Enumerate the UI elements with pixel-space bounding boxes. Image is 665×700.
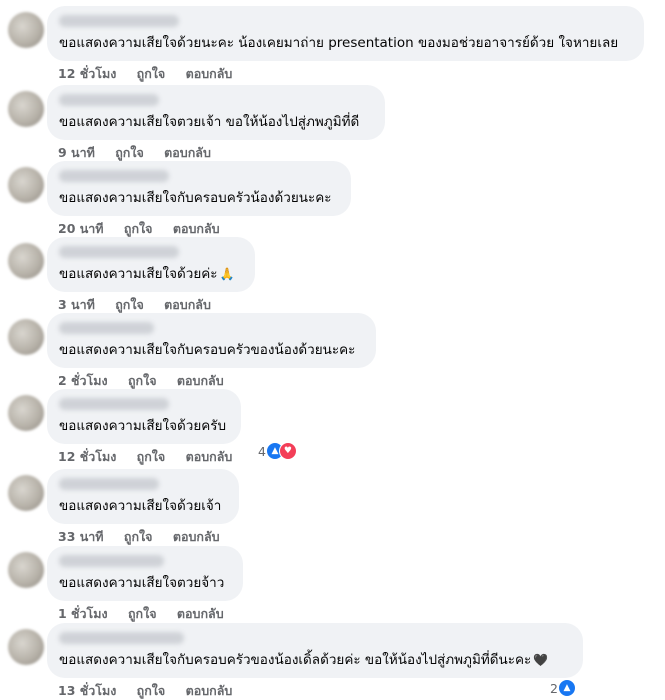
comment-bubble: ขอแสดงความเสียใจด้วยค่ะ 🙏: [47, 237, 255, 292]
reaction-summary[interactable]: 2 ▲: [550, 679, 576, 697]
avatar[interactable]: [8, 319, 44, 355]
comment-timestamp[interactable]: 20 นาที: [58, 221, 104, 236]
like-button[interactable]: ถูกใจ: [124, 529, 153, 544]
comment-text: ขอแสดงความเสียใจกับครอบครัวน้องด้วยนะคะ: [59, 190, 332, 206]
comment-timestamp[interactable]: 1 ชั่วโมง: [58, 606, 108, 621]
reply-button[interactable]: ตอบกลับ: [164, 297, 211, 312]
comment-list: ขอแสดงความเสียใจด้วยนะคะ น้องเคยมาถ่าย p…: [0, 0, 665, 700]
comment-text-body: ขอแสดงความเสียใจด้วยค่ะ: [59, 266, 218, 282]
commenter-name-blurred[interactable]: [59, 398, 169, 410]
reply-button[interactable]: ตอบกลับ: [186, 449, 233, 464]
comment-actions: 33 นาที ถูกใจ ตอบกลับ: [58, 527, 236, 547]
comment-actions: 12 ชั่วโมง ถูกใจ ตอบกลับ: [58, 64, 248, 84]
comment-actions: 1 ชั่วโมง ถูกใจ ตอบกลับ: [58, 604, 240, 624]
comment-text: ขอแสดงความเสียใจตวยจ้าว: [59, 575, 225, 591]
reaction-count: 2: [550, 680, 558, 696]
comment-actions: 12 ชั่วโมง ถูกใจ ตอบกลับ: [58, 447, 248, 467]
comment-bubble: ขอแสดงความเสียใจกับครอบครัวของน้องเดิ้ลด…: [47, 623, 583, 678]
like-button[interactable]: ถูกใจ: [137, 449, 166, 464]
comment-timestamp[interactable]: 12 ชั่วโมง: [58, 449, 116, 464]
comment-text-body: ขอแสดงความเสียใจกับครอบครัวของน้องเดิ้ลด…: [59, 652, 532, 668]
reaction-count: 4: [258, 443, 266, 459]
comment-timestamp[interactable]: 2 ชั่วโมง: [58, 373, 108, 388]
reply-button[interactable]: ตอบกลับ: [177, 373, 224, 388]
black-heart-emoji: 🖤: [533, 653, 549, 667]
comment-text: ขอแสดงความเสียใจด้วยนะคะ น้องเคยมาถ่าย p…: [59, 35, 619, 51]
avatar[interactable]: [8, 91, 44, 127]
comment-actions: 13 ชั่วโมง ถูกใจ ตอบกลับ: [58, 681, 248, 700]
comment-text: ขอแสดงความเสียใจด้วยเจ้า: [59, 498, 222, 514]
comment-bubble: ขอแสดงความเสียใจด้วยนะคะ น้องเคยมาถ่าย p…: [47, 6, 644, 61]
commenter-name-blurred[interactable]: [59, 15, 179, 27]
comment-text: ขอแสดงความเสียใจด้วยครับ: [59, 418, 227, 434]
avatar[interactable]: [8, 629, 44, 665]
commenter-name-blurred[interactable]: [59, 94, 159, 106]
avatar[interactable]: [8, 475, 44, 511]
avatar[interactable]: [8, 243, 44, 279]
heart-icon: ♥: [278, 442, 297, 460]
reply-button[interactable]: ตอบกลับ: [177, 606, 224, 621]
comment-text: ขอแสดงความเสียใจตวยเจ้า ขอให้น้องไปสู่ภพ…: [59, 114, 360, 130]
comment-text: ขอแสดงความเสียใจกับครอบครัวของน้องด้วยนะ…: [59, 342, 356, 358]
like-button[interactable]: ถูกใจ: [124, 221, 153, 236]
comment-actions: 2 ชั่วโมง ถูกใจ ตอบกลับ: [58, 371, 240, 391]
comment-text: ขอแสดงความเสียใจด้วยค่ะ 🙏: [59, 265, 235, 283]
comment-bubble: ขอแสดงความเสียใจตวยจ้าว: [47, 546, 243, 601]
reaction-summary[interactable]: 4 ▲ ♥: [258, 442, 297, 460]
comment-actions: 9 นาที ถูกใจ ตอบกลับ: [58, 143, 227, 163]
reply-button[interactable]: ตอบกลับ: [173, 221, 220, 236]
avatar[interactable]: [8, 167, 44, 203]
like-button[interactable]: ถูกใจ: [137, 66, 166, 81]
comment-bubble: ขอแสดงความเสียใจกับครอบครัวน้องด้วยนะคะ: [47, 161, 351, 216]
avatar[interactable]: [8, 12, 44, 48]
reply-button[interactable]: ตอบกลับ: [164, 145, 211, 160]
commenter-name-blurred[interactable]: [59, 478, 159, 490]
like-button[interactable]: ถูกใจ: [115, 145, 144, 160]
comment-timestamp[interactable]: 3 นาที: [58, 297, 95, 312]
reply-button[interactable]: ตอบกลับ: [173, 529, 220, 544]
avatar[interactable]: [8, 552, 44, 588]
like-button[interactable]: ถูกใจ: [128, 606, 157, 621]
commenter-name-blurred[interactable]: [59, 246, 179, 258]
reply-button[interactable]: ตอบกลับ: [186, 66, 233, 81]
comment-actions: 3 นาที ถูกใจ ตอบกลับ: [58, 295, 227, 315]
comment-bubble: ขอแสดงความเสียใจด้วยเจ้า: [47, 469, 239, 524]
comment-timestamp[interactable]: 12 ชั่วโมง: [58, 66, 116, 81]
like-button[interactable]: ถูกใจ: [115, 297, 144, 312]
like-button[interactable]: ถูกใจ: [128, 373, 157, 388]
comment-text: ขอแสดงความเสียใจกับครอบครัวของน้องเดิ้ลด…: [59, 651, 548, 669]
commenter-name-blurred[interactable]: [59, 170, 169, 182]
like-button[interactable]: ถูกใจ: [137, 683, 166, 698]
comment-bubble: ขอแสดงความเสียใจกับครอบครัวของน้องด้วยนะ…: [47, 313, 376, 368]
comment-timestamp[interactable]: 9 นาที: [58, 145, 95, 160]
comment-timestamp[interactable]: 33 นาที: [58, 529, 104, 544]
avatar[interactable]: [8, 395, 44, 431]
comment-timestamp[interactable]: 13 ชั่วโมง: [58, 683, 116, 698]
commenter-name-blurred[interactable]: [59, 632, 184, 644]
pray-emoji: 🙏: [219, 267, 235, 281]
commenter-name-blurred[interactable]: [59, 555, 164, 567]
reply-button[interactable]: ตอบกลับ: [186, 683, 233, 698]
comment-bubble: ขอแสดงความเสียใจตวยเจ้า ขอให้น้องไปสู่ภพ…: [47, 85, 385, 140]
thumbs-up-icon: ▲: [557, 679, 576, 697]
comment-actions: 20 นาที ถูกใจ ตอบกลับ: [58, 219, 236, 239]
comment-bubble: ขอแสดงความเสียใจด้วยครับ: [47, 389, 241, 444]
commenter-name-blurred[interactable]: [59, 322, 154, 334]
